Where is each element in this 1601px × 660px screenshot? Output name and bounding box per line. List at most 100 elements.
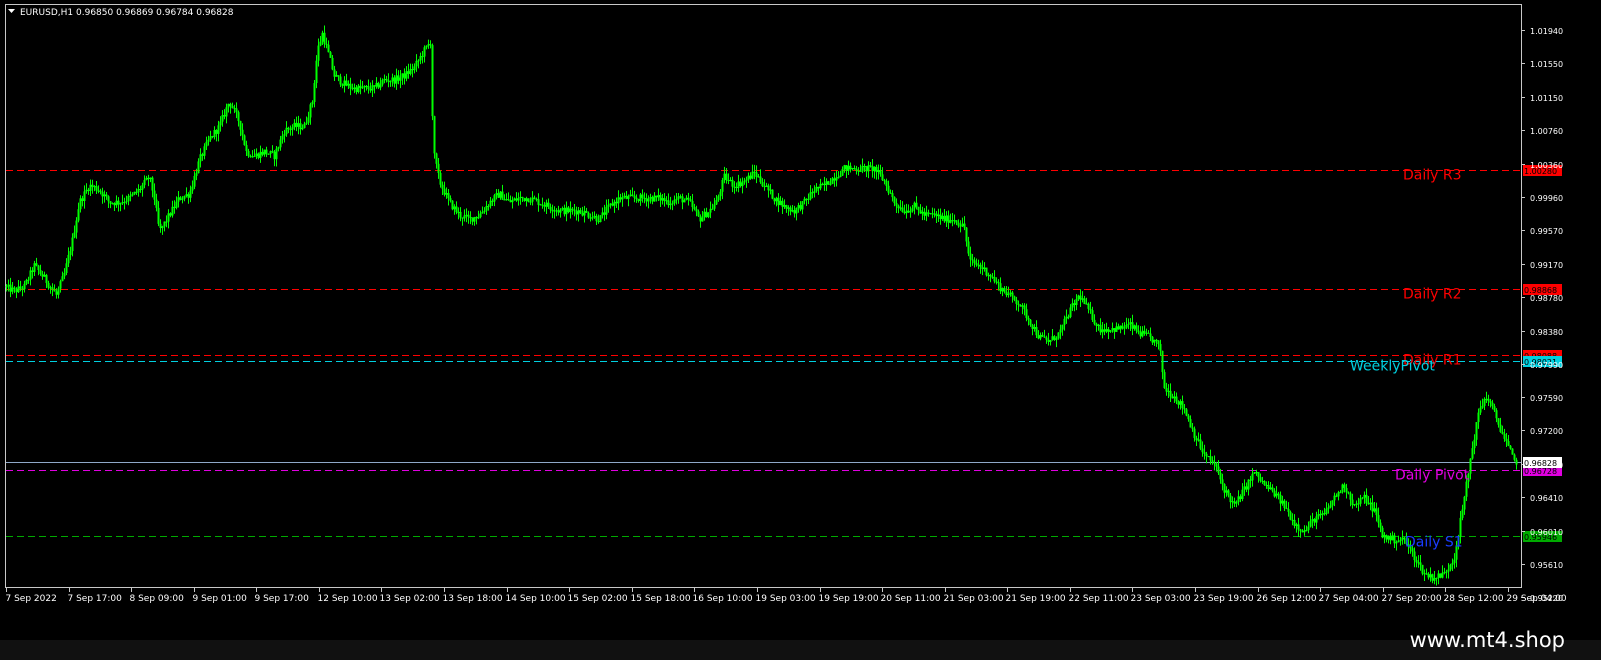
candle-body [1381,527,1384,538]
candle-body [1335,495,1338,497]
symbol-label: EURUSD,H1 [20,8,73,18]
candle-body [193,175,196,187]
candle-body [795,207,798,214]
candle-body [783,205,786,207]
candle-body [1171,396,1174,399]
candle-body [625,195,628,199]
candle-body [11,287,14,292]
candle-body [759,176,762,183]
candle-body [141,185,144,190]
candle-body [979,264,982,268]
candle-body [669,204,672,206]
candle-body [815,186,818,192]
level-label: Daily R3 [1403,168,1462,184]
candle-body [89,184,92,191]
candle-body [1139,332,1142,337]
candle-body [15,288,18,293]
candle-body [221,115,224,122]
candle-body [1415,560,1418,563]
candle-body [1485,398,1488,400]
candle-body [357,85,360,92]
candle-body [183,196,186,199]
candle-body [359,85,362,88]
candle-body [1331,500,1334,506]
candle-body [983,267,986,270]
candle-body [1013,296,1016,300]
candle-body [253,156,256,158]
candle-body [1151,336,1154,343]
candle-body [431,45,434,117]
candle-body [1283,500,1286,508]
time-tick-label: 19 Sep 03:00 [756,594,816,604]
candle-body [109,201,112,204]
candle-body [321,32,324,42]
candle-body [401,73,404,78]
candle-body [21,288,24,290]
candle-body [877,170,880,173]
candle-body [813,191,816,193]
candle-body [223,115,226,117]
level-label: WeeklyPivot [1350,359,1435,375]
candle-body [1447,569,1450,572]
price-tick-label: 1.00360 [1530,161,1563,170]
candle-body [389,81,392,83]
candle-body [1165,388,1168,392]
candle-body [121,202,124,204]
candle-body [1241,489,1244,500]
candle-body [285,127,288,135]
candle-body [71,237,74,252]
candle-body [1101,329,1104,333]
candle-body [883,180,886,182]
time-tick-label: 20 Sep 11:00 [881,594,941,604]
candle-body [521,196,524,198]
candle-body [1025,309,1028,318]
candle-body [735,187,738,189]
candle-body [1427,573,1430,578]
candle-body [67,254,70,264]
candle-body [157,207,160,224]
candle-body [227,103,230,108]
candle-body [811,192,814,194]
candle-body [297,123,300,127]
candle-body [365,86,368,88]
candle-body [1177,401,1180,405]
candle-body [1323,513,1326,515]
price-chart[interactable]: Daily R3Daily R2Daily R1WeeklyPivotDaily… [0,0,1601,660]
candle-body [1057,332,1060,339]
candle-body [1395,542,1398,544]
candle-body [701,217,704,222]
candle-body [671,203,674,205]
candle-body [581,212,584,216]
candle-body [425,45,428,48]
candle-body [1301,531,1304,533]
candle-body [803,198,806,202]
candle-body [869,165,872,167]
candle-body [781,200,784,207]
candle-body [667,200,670,206]
candle-body [447,193,450,199]
candle-body [125,201,128,203]
candle-body [949,220,952,223]
candle-body [421,56,424,58]
candle-body [1169,390,1172,397]
candle-body [1003,288,1006,292]
candle-body [329,52,332,58]
candle-body [195,173,198,176]
candle-body [65,263,68,273]
candle-body [969,253,972,260]
candle-body [139,189,142,191]
candle-body [739,181,742,187]
candle-body [343,80,346,86]
candle-body [753,171,756,173]
candle-body [259,151,262,158]
candle-body [61,276,64,282]
candle-body [679,196,682,198]
candle-body [209,136,212,140]
candle-body [461,217,464,219]
candle-body [1161,350,1164,373]
candle-body [1313,519,1316,523]
candle-body [1223,484,1226,493]
candle-body [1265,484,1268,486]
candle-body [129,195,132,197]
candle-body [1115,326,1118,332]
